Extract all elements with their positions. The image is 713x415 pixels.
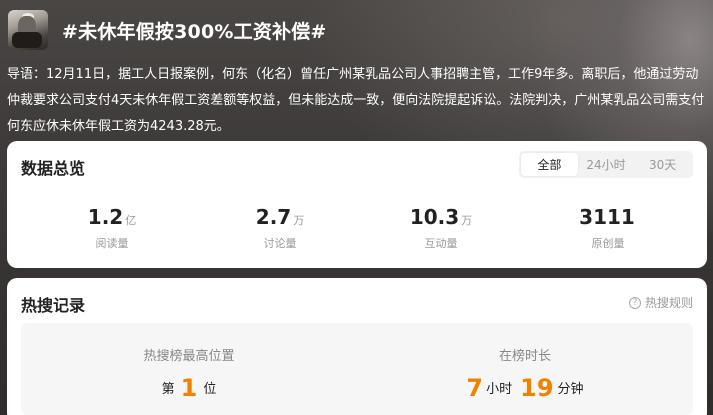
topic-intro: 导语：12月11日，据工人日报案例，何东（化名）曾任广州某乳品公司人事招聘主管，… (7, 67, 705, 134)
stat-interactions-value: 10.3 (409, 205, 460, 229)
stat-discussions-label: 讨论量 (263, 237, 297, 250)
stat-reads: 1.2 亿 阅读量 (32, 205, 192, 251)
hours-unit: 小时 (486, 382, 513, 397)
hot-search-record-card: 热搜记录 ? 热搜规则 热搜榜最高位置 第1位 在榜时长 7 小时 19 分钟 (7, 278, 707, 415)
stat-discussions: 2.7 万 讨论量 (200, 205, 360, 251)
tab-all[interactable]: 全部 (521, 153, 578, 176)
stat-originals: 3111 原创量 (528, 205, 688, 251)
overview-card: 数据总览 全部 24小时 30天 1.2 亿 阅读量 2.7 万 讨论量 10.3 万… (7, 141, 707, 268)
peak-position: 热搜榜最高位置 第1位 (21, 345, 357, 402)
duration-label: 在榜时长 (498, 349, 551, 364)
stat-interactions-label: 互动量 (424, 237, 458, 250)
duration: 在榜时长 7 小时 19 分钟 (357, 345, 693, 402)
peak-prefix: 第 (161, 382, 175, 397)
duration-hours: 7 (466, 374, 484, 402)
record-box: 热搜榜最高位置 第1位 在榜时长 7 小时 19 分钟 (21, 323, 693, 415)
rules-label: 热搜规则 (644, 296, 693, 310)
stat-reads-label: 阅读量 (95, 237, 129, 250)
peak-value: 1 (180, 374, 198, 402)
tab-30d[interactable]: 30天 (634, 153, 691, 176)
topic-title: #未休年假按300%工资补偿# (62, 20, 327, 43)
stat-interactions: 10.3 万 互动量 (361, 205, 521, 251)
stat-reads-value: 1.2 (87, 205, 124, 229)
hot-search-rules-link[interactable]: ? 热搜规则 (628, 294, 693, 311)
record-title: 热搜记录 (21, 296, 86, 315)
stat-reads-unit: 亿 (125, 214, 137, 227)
question-icon: ? (628, 296, 641, 309)
stat-interactions-unit: 万 (461, 214, 473, 227)
peak-label: 热搜榜最高位置 (143, 349, 235, 364)
stat-originals-label: 原创量 (591, 237, 625, 250)
stat-originals-value: 3111 (579, 205, 635, 229)
peak-suffix: 位 (203, 382, 217, 397)
duration-minutes: 19 (520, 374, 554, 402)
minutes-unit: 分钟 (557, 382, 584, 397)
topic-thumbnail (8, 10, 48, 50)
overview-title: 数据总览 (21, 159, 86, 178)
stat-discussions-unit: 万 (293, 214, 305, 227)
topic-header: #未休年假按300%工资补偿# (8, 8, 705, 52)
tab-24h[interactable]: 24小时 (578, 153, 635, 176)
stat-discussions-value: 2.7 (255, 205, 292, 229)
stats-row: 1.2 亿 阅读量 2.7 万 讨论量 10.3 万 互动量 3111 原创量 (7, 205, 707, 251)
time-range-tabs: 全部 24小时 30天 (519, 151, 693, 178)
